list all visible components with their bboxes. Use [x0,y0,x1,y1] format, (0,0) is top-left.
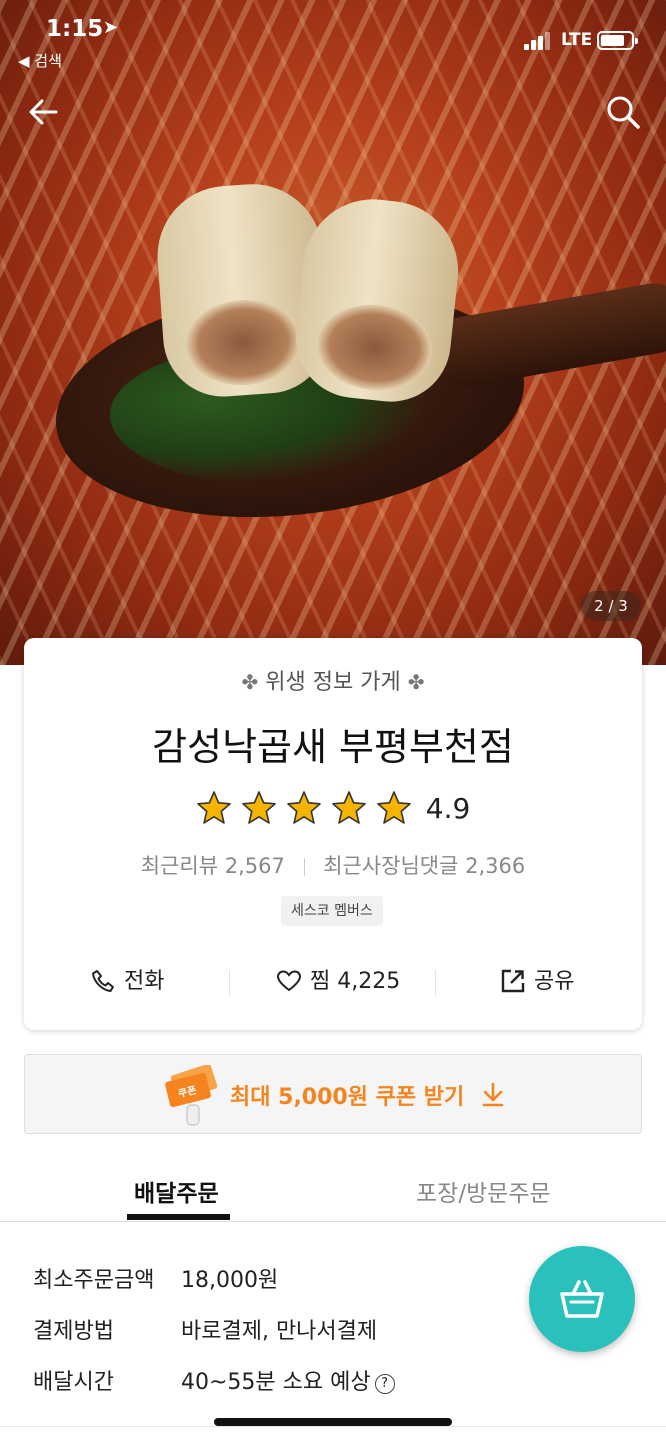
basket-icon [560,1280,604,1318]
hygiene-label[interactable]: ✤ 위생 정보 가게 ✤ [24,664,642,696]
action-bar: 전화 찜 4,225 공유 [24,960,642,1004]
store-detail-page: 1:15 ➤ ◀ 검색 LTE 2 / 3 ✤ 위생 정보 가게 ✤ 감성낙곱새… [0,0,666,1440]
info-value: 18,000원 [181,1268,279,1293]
search-icon[interactable] [604,93,642,131]
call-button[interactable]: 전화 [90,960,164,1004]
info-key: 배달시간 [33,1370,114,1395]
back-to-app-link[interactable]: ◀ 검색 [18,50,62,71]
rating-row: 4.9 [24,790,642,830]
payment-method-row: 결제방법 바로결제, 만나서결제 [33,1313,377,1345]
recent-owner-replies: 최근사장님댓글 2,366 [323,854,526,878]
help-icon[interactable]: ? [374,1374,395,1394]
rating-stars [196,790,421,826]
image-counter: 2 / 3 [581,591,641,621]
download-arrow-icon [482,1082,504,1107]
leaf-icon: ✤ [407,670,425,694]
store-name: 감성낙곱새 부평부천점 [152,725,514,769]
cart-button[interactable] [529,1246,635,1352]
coupon-banner[interactable]: 쿠폰 최대 5,000원 쿠폰 받기 [24,1054,642,1134]
favorite-label: 찜 4,225 [310,969,401,994]
star-icon [331,791,366,824]
info-key: 결제방법 [33,1319,114,1344]
divider [435,970,436,996]
back-arrow-icon[interactable] [26,94,62,130]
divider [303,858,305,876]
share-icon [501,969,525,993]
coupon-icon: 쿠폰 [165,1065,218,1126]
divider [229,970,230,996]
share-label: 공유 [534,969,575,994]
tab-pickup[interactable]: 포장/방문주문 [416,1174,551,1208]
home-indicator[interactable] [214,1418,452,1426]
status-time: 1:15 [46,16,104,42]
star-icon [241,791,276,824]
star-icon [286,791,321,824]
location-arrow-icon: ➤ [103,17,119,38]
divider [0,1426,666,1427]
battery-icon [597,31,638,50]
rating-value: 4.9 [425,791,471,825]
min-order-row: 최소주문금액 18,000원 [33,1262,278,1294]
signal-icon [524,32,554,50]
call-label: 전화 [124,969,165,994]
store-info-card: ✤ 위생 정보 가게 ✤ 감성낙곱새 부평부천점 4.9 최근리뷰 2,567 … [24,638,642,1030]
network-label: LTE [561,30,593,50]
tab-delivery[interactable]: 배달주문 [134,1174,219,1208]
star-icon [196,791,231,824]
member-badge: 세스코 멤버스 [281,896,383,926]
status-bar: 1:15 ➤ ◀ 검색 LTE [0,0,666,80]
store-hero-image[interactable] [0,0,666,665]
phone-icon [92,970,114,992]
active-tab-indicator [127,1214,230,1220]
info-value: 바로결제, 만나서결제 [181,1319,378,1344]
share-button[interactable]: 공유 [500,960,574,1004]
delivery-time-row: 배달시간 40~55분 소요 예상? [33,1364,395,1396]
star-icon [376,791,411,824]
review-stats[interactable]: 최근리뷰 2,567 최근사장님댓글 2,366 [24,850,642,880]
info-key: 최소주문금액 [33,1268,155,1293]
info-value: 40~55분 소요 예상 [181,1370,371,1395]
heart-icon [276,970,302,992]
coupon-text: 최대 5,000원 쿠폰 받기 [230,1085,465,1110]
order-type-tabs: 배달주문 포장/방문주문 [0,1160,666,1222]
leaf-icon: ✤ [241,670,259,694]
hygiene-label-text: 위생 정보 가게 [265,670,401,695]
favorite-button[interactable]: 찜 4,225 [276,960,400,1004]
recent-reviews: 최근리뷰 2,567 [140,854,285,878]
